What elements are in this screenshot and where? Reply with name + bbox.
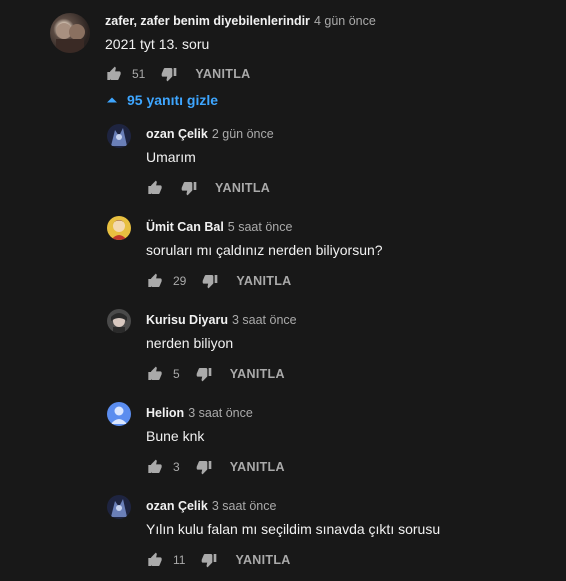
dislike-button[interactable] [194,457,214,477]
default-avatar-icon [111,406,127,424]
avatar[interactable] [107,216,131,240]
comment-actions: 3 YANITLA [145,457,285,477]
like-count: 3 [173,460,180,474]
dislike-button[interactable] [179,178,199,198]
hide-replies-toggle[interactable]: 95 yanıtı gizle [107,92,218,108]
dislike-button[interactable] [200,271,220,291]
like-button[interactable] [145,550,165,570]
timestamp[interactable]: 3 saat önce [232,313,297,327]
thumb-down-icon [202,554,217,568]
comment-text: Bune knk [146,428,205,444]
comment-text: Umarım [146,149,196,165]
author-line: ozan Çelik 3 saat önce [146,499,276,513]
comment-actions: 5 YANITLA [145,364,285,384]
dislike-button[interactable] [159,64,179,84]
author-line: Ümit Can Bal 5 saat önce [146,220,292,234]
like-button[interactable] [104,64,124,84]
thumb-up-icon [148,273,162,287]
timestamp[interactable]: 3 saat önce [188,406,253,420]
author-line: Kurisu Diyaru 3 saat önce [146,313,297,327]
thumb-down-icon [196,368,212,382]
like-button[interactable] [145,457,165,477]
thumb-up-icon [148,366,162,380]
thumb-down-icon [162,68,177,82]
thumb-up-icon [107,66,121,80]
reply-button[interactable]: YANITLA [215,181,270,195]
avatar[interactable] [107,124,131,148]
thumb-down-icon [203,275,218,289]
avatar-image [56,23,85,53]
author-name[interactable]: zafer, zafer benim diyebilenlerindir [105,14,310,28]
reply-button[interactable]: YANITLA [230,367,285,381]
thumb-up-icon [148,180,162,194]
comment-text: Yılın kulu falan mı seçildim sınavda çık… [146,521,441,537]
like-button[interactable] [145,364,165,384]
comment-actions: YANITLA [145,178,270,198]
author-line: Helion 3 saat önce [146,406,253,420]
like-count: 5 [173,367,180,381]
reply-button[interactable]: YANITLA [235,553,290,567]
thumb-down-icon [196,461,212,475]
reply-button[interactable]: YANITLA [195,67,250,81]
timestamp[interactable]: 5 saat önce [228,220,293,234]
author-line: ozan Çelik 2 gün önce [146,127,274,141]
avatar[interactable] [107,495,131,519]
thumb-up-icon [148,552,162,566]
avatar[interactable] [50,13,90,53]
like-count: 51 [132,67,146,81]
avatar-image [111,313,127,333]
comment-text: 2021 tyt 13. soru [105,36,210,52]
author-name[interactable]: ozan Çelik [146,499,208,513]
comment-actions: 51 YANITLA [104,64,250,84]
like-button[interactable] [145,271,165,291]
author-name[interactable]: Ümit Can Bal [146,220,224,234]
avatar[interactable] [107,402,131,426]
comment-actions: 29 YANITLA [145,271,291,291]
thumb-up-icon [148,459,162,473]
comment-text: nerden biliyon [146,335,234,351]
like-count: 11 [173,553,186,567]
author-name[interactable]: ozan Çelik [146,127,208,141]
timestamp[interactable]: 3 saat önce [212,499,277,513]
comment-text: soruları mı çaldınız nerden biliyorsun? [146,242,383,258]
like-button[interactable] [145,178,165,198]
avatar-image [111,499,127,517]
chevron-up-icon [107,97,117,103]
reply-button[interactable]: YANITLA [236,274,291,288]
avatar-image [111,220,127,240]
dislike-button[interactable] [194,364,214,384]
reply-button[interactable]: YANITLA [230,460,285,474]
avatar[interactable] [107,309,131,333]
author-name[interactable]: Helion [146,406,184,420]
dislike-button[interactable] [199,550,219,570]
comment-actions: 11 YANITLA [145,550,291,570]
hide-replies-label: 95 yanıtı gizle [127,92,219,108]
timestamp[interactable]: 2 gün önce [212,127,274,141]
author-name[interactable]: Kurisu Diyaru [146,313,228,327]
like-count: 29 [173,274,187,288]
avatar-image [111,128,127,146]
thumb-down-icon [181,182,197,196]
author-line: zafer, zafer benim diyebilenlerindir 4 gü… [105,14,376,28]
timestamp[interactable]: 4 gün önce [314,14,376,28]
